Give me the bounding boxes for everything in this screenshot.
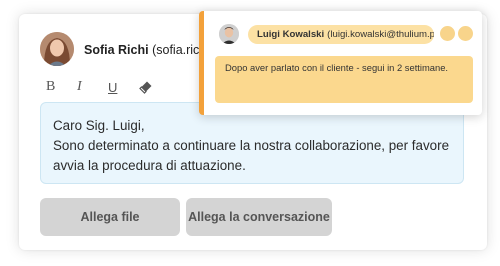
recipient-email: (luigi.kowalski@thulium.pl) — [327, 29, 434, 40]
sender-name: Sofia Richi — [84, 43, 149, 57]
attach-file-button[interactable]: Allega file — [40, 198, 180, 236]
recipient-avatar-image — [219, 24, 239, 44]
message-line: Sono determinato a continuare la nostra … — [53, 138, 450, 153]
sender-avatar — [40, 32, 74, 66]
sender-avatar-image — [40, 32, 74, 66]
eraser-icon[interactable] — [139, 78, 170, 96]
stage: Sofia Richi (sofia.richi@t B I U Caro Si… — [0, 0, 500, 266]
underline-button[interactable]: U — [108, 78, 139, 96]
bold-button[interactable]: B — [46, 78, 77, 96]
eraser-icon-svg — [139, 81, 152, 94]
message-line: avvia la procedura di attuazione. — [53, 158, 246, 173]
internal-note-popup: Luigi Kowalski (luigi.kowalski@thulium.p… — [199, 11, 482, 115]
italic-button[interactable]: I — [77, 78, 108, 96]
formatting-toolbar: B I U — [46, 78, 170, 96]
note-text-field[interactable]: Dopo aver parlato con il cliente - segui… — [215, 56, 473, 103]
attach-conversation-button[interactable]: Allega la conversazione — [186, 198, 332, 236]
recipient-chip[interactable]: Luigi Kowalski (luigi.kowalski@thulium.p… — [248, 25, 434, 44]
note-text: Dopo aver parlato con il cliente - segui… — [225, 62, 449, 73]
recipient-avatar — [219, 24, 239, 44]
note-action-dot[interactable] — [458, 26, 473, 41]
message-line: Caro Sig. Luigi, — [53, 118, 145, 133]
recipient-name: Luigi Kowalski — [257, 29, 325, 40]
note-action-dot[interactable] — [440, 26, 455, 41]
